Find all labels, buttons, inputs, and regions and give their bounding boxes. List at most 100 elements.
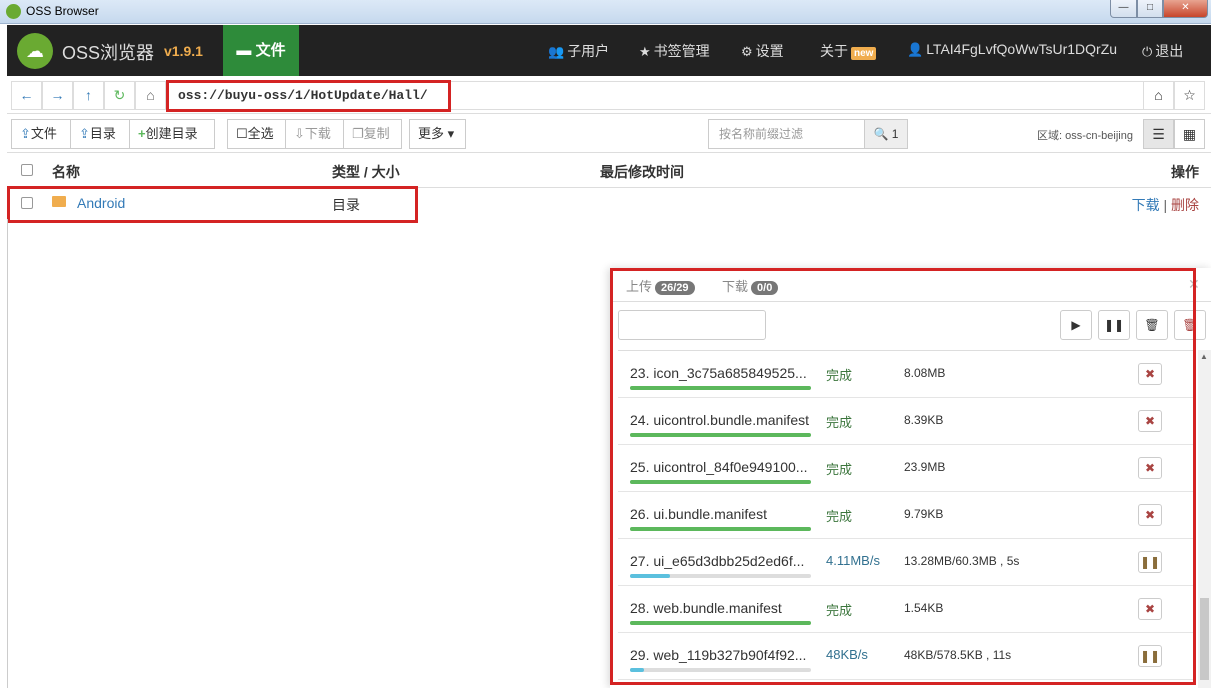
download-label: 下载 xyxy=(304,126,331,141)
tab-download[interactable]: 下载 0/0 xyxy=(722,276,779,295)
transfer-file-name: 28. web.bundle.manifest xyxy=(630,600,782,616)
back-button[interactable]: ← xyxy=(11,81,42,110)
row-name-link[interactable]: Android xyxy=(77,195,125,211)
close-icon: ✖ xyxy=(1144,602,1156,616)
remove-item-button[interactable]: ✖ xyxy=(1138,363,1162,385)
maximize-button[interactable]: □ xyxy=(1137,0,1163,18)
close-icon[interactable]: ✕ xyxy=(1188,276,1200,293)
transfer-status: 完成 xyxy=(826,509,853,524)
refresh-button[interactable]: ↻ xyxy=(104,81,135,110)
download-button[interactable]: ⇩下载 xyxy=(285,119,344,149)
row-checkbox[interactable] xyxy=(21,197,33,209)
upload-file-label: 文件 xyxy=(30,126,57,141)
column-ops: 操作 xyxy=(1171,164,1199,180)
pause-item-button[interactable]: ❚❚ xyxy=(1138,551,1162,573)
settings-link[interactable]: ⚙ 设置 xyxy=(741,41,784,61)
toolbar: ⇪文件 ⇪目录 +创建目录 ☐全选 ⇩下载 ❐复制 更多 ▾ 按名称前缀过滤 🔍… xyxy=(7,115,1211,153)
upload-file-button[interactable]: ⇪文件 xyxy=(11,119,71,149)
remove-item-button[interactable]: ✖ xyxy=(1138,457,1162,479)
transfer-size: 1.54KB xyxy=(904,601,944,615)
transfer-file-name: 25. uicontrol_84f0e949100... xyxy=(630,459,808,475)
pause-icon: ❚❚ xyxy=(1139,649,1161,663)
up-button[interactable]: ↑ xyxy=(73,81,104,110)
select-all-button[interactable]: ☐全选 xyxy=(227,119,286,149)
new-badge: new xyxy=(851,47,877,60)
tab-upload-label: 上传 xyxy=(626,279,653,294)
more-button[interactable]: 更多 ▾ xyxy=(409,119,466,149)
filter-search-button[interactable]: 🔍 1 xyxy=(864,119,908,149)
pause-icon: ❚❚ xyxy=(1139,555,1161,569)
clear-all-button[interactable]: 🗑 xyxy=(1174,310,1206,340)
remove-item-button[interactable]: ✖ xyxy=(1138,504,1162,526)
sub-users-label: 子用户 xyxy=(567,43,610,59)
upload-dir-button[interactable]: ⇪目录 xyxy=(70,119,130,149)
home-bookmark-button[interactable]: ⌂ xyxy=(1143,81,1174,110)
row-download-link[interactable]: 下载 xyxy=(1132,197,1160,213)
close-icon: ✖ xyxy=(1144,508,1156,522)
transfer-size: 48KB/578.5KB , 11s xyxy=(904,648,1012,662)
remove-item-button[interactable]: ✖ xyxy=(1138,598,1162,620)
transfer-progress-fill xyxy=(630,668,645,672)
home-button[interactable]: ⌂ xyxy=(135,81,166,110)
bookmark-button[interactable]: ☆ xyxy=(1174,81,1205,110)
gear-icon: ⚙ xyxy=(741,44,753,59)
sub-users-link[interactable]: 👥 子用户 xyxy=(548,41,609,61)
bookmarks-link[interactable]: ★ 书签管理 xyxy=(639,41,710,61)
logout-link[interactable]: ⏻ 退出 xyxy=(1142,41,1183,61)
row-delete-link[interactable]: 删除 xyxy=(1171,197,1199,213)
transfer-progress-fill xyxy=(630,574,670,578)
table-row[interactable]: Android 目录 下载 | 删除 xyxy=(7,189,1211,219)
folder-icon xyxy=(52,196,66,207)
transfer-size: 8.08MB xyxy=(904,366,946,380)
row-type: 目录 xyxy=(332,197,360,213)
transfer-progress-bar xyxy=(630,527,811,531)
refresh-icon: ↻ xyxy=(113,87,126,103)
transfer-filter-input[interactable] xyxy=(618,310,766,340)
transfer-file-name: 29. web_119b327b90f4f92... xyxy=(630,647,807,663)
more-label: 更多 xyxy=(418,126,445,141)
transfer-size: 9.79KB xyxy=(904,507,944,521)
transfer-file-name: 24. uicontrol.bundle.manifest xyxy=(630,412,809,428)
transfer-progress-bar xyxy=(630,668,811,672)
list-view-button[interactable]: ☰ xyxy=(1143,119,1174,149)
filter-count: 1 xyxy=(891,127,899,141)
remove-item-button[interactable]: ✖ xyxy=(1138,410,1162,432)
transfer-progress-bar xyxy=(630,386,811,390)
scrollbar-thumb[interactable] xyxy=(1200,598,1209,680)
transfer-progress-bar xyxy=(630,480,811,484)
select-all-checkbox[interactable] xyxy=(21,164,33,176)
filter-input[interactable]: 按名称前缀过滤 xyxy=(708,119,865,149)
divider xyxy=(7,219,8,688)
forward-button[interactable]: → xyxy=(42,81,73,110)
top-navbar: ☁ OSS浏览器 v1.9.1 ▬ 文件 👥 子用户 ★ 书签管理 ⚙ 设置 关于 ne… xyxy=(7,25,1211,76)
start-all-button[interactable]: ▶ xyxy=(1060,310,1092,340)
about-link[interactable]: 关于 new xyxy=(820,41,877,61)
tab-upload[interactable]: 上传 26/29 xyxy=(626,276,695,295)
download-count-badge: 0/0 xyxy=(751,281,779,295)
star-outline-icon: ☆ xyxy=(1183,87,1196,103)
address-input[interactable]: oss://buyu-oss/1/HotUpdate/Hall/ xyxy=(167,81,1147,110)
clear-done-button[interactable]: 🗑 xyxy=(1136,310,1168,340)
transfer-file-name: 26. ui.bundle.manifest xyxy=(630,506,767,522)
minimize-button[interactable]: — xyxy=(1110,0,1137,18)
table-header: 名称 类型 / 大小 最后修改时间 操作 xyxy=(7,154,1211,188)
close-window-button[interactable]: ✕ xyxy=(1163,0,1208,18)
create-dir-button[interactable]: +创建目录 xyxy=(129,119,215,149)
caret-down-icon: ▾ xyxy=(447,126,455,141)
transfer-progress-fill xyxy=(630,433,811,437)
brand-name: OSS浏览器 xyxy=(62,43,155,63)
copy-button[interactable]: ❐复制 xyxy=(343,119,402,149)
pause-all-button[interactable]: ❚❚ xyxy=(1098,310,1130,340)
transfer-item: 23. icon_3c75a685849525... 完成 8.08MB ✖ xyxy=(618,351,1196,398)
grid-view-button[interactable]: ▦ xyxy=(1174,119,1205,149)
transfer-status: 4.11MB/s xyxy=(826,553,880,568)
tab-file[interactable]: ▬ 文件 xyxy=(223,25,299,76)
transfer-status: 完成 xyxy=(826,368,853,383)
account-link[interactable]: 👤 LTAI4FgLvfQoWwTsUr1DQrZu xyxy=(907,41,1117,58)
pause-icon: ❚❚ xyxy=(1103,318,1125,332)
transfer-item: 24. uicontrol.bundle.manifest 完成 8.39KB ✖ xyxy=(618,398,1196,445)
pause-item-button[interactable]: ❚❚ xyxy=(1138,645,1162,667)
transfer-scrollbar[interactable]: ▲ xyxy=(1198,350,1211,688)
play-icon: ▶ xyxy=(1071,318,1081,332)
scroll-up-icon[interactable]: ▲ xyxy=(1200,352,1208,361)
